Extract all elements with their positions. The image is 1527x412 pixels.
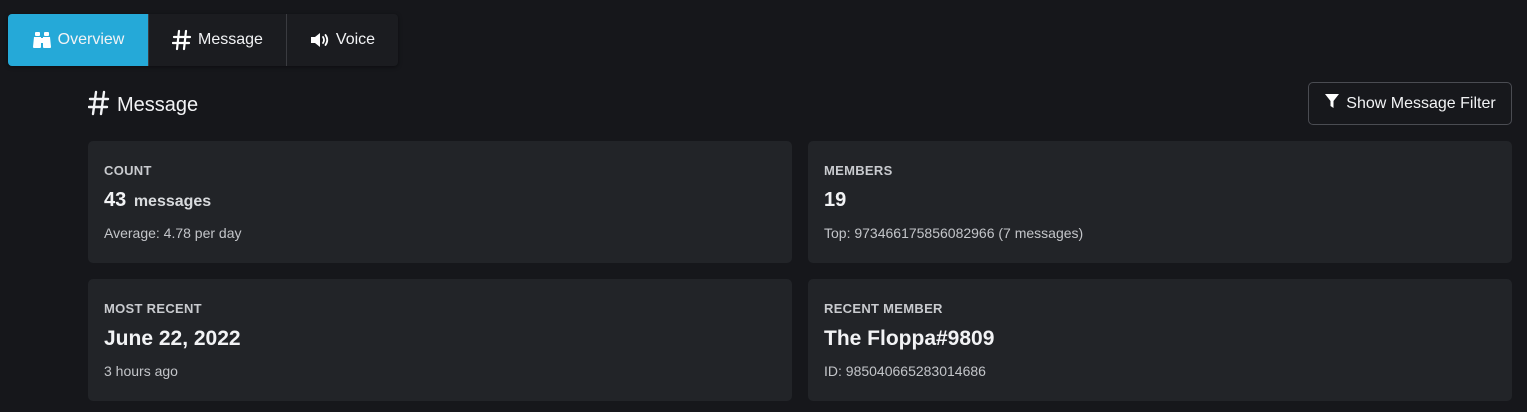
average-per-day: Average: 4.78 per day: [104, 225, 242, 241]
section-title: Message: [117, 94, 199, 116]
filter-button-label: Show Message Filter: [1346, 94, 1496, 112]
show-message-filter-button[interactable]: Show Message Filter: [1308, 82, 1512, 125]
tab-message-label: Message: [198, 31, 263, 48]
top-member: Top: 973466175856082966 (7 messages): [824, 225, 1084, 241]
card-label: RECENT MEMBER: [824, 301, 943, 316]
tab-overview-label: Overview: [57, 31, 125, 48]
recent-member-id: ID: 985040665283014686: [824, 363, 986, 379]
card-label: MEMBERS: [824, 163, 893, 178]
tab-bar: Overview Message Voice: [8, 14, 398, 66]
count-unit: messages: [133, 193, 212, 210]
section-header: Message: [87, 90, 199, 121]
card-label: MOST RECENT: [104, 301, 202, 316]
tab-message[interactable]: Message: [148, 14, 286, 66]
tab-voice-label: Voice: [335, 31, 376, 48]
hashtag-icon: [172, 29, 192, 51]
recent-member-card: RECENT MEMBER The Floppa#9809 ID: 985040…: [808, 279, 1512, 401]
count-card: COUNT 43 messages Average: 4.78 per day: [88, 141, 792, 263]
most-recent-card: MOST RECENT June 22, 2022 3 hours ago: [88, 279, 792, 401]
message-count: 43 messages: [104, 189, 211, 212]
members-card: MEMBERS 19 Top: 973466175856082966 (7 me…: [808, 141, 1512, 263]
binoculars-icon: [32, 31, 52, 49]
member-count: 19: [824, 189, 847, 211]
filter-icon: [1324, 93, 1340, 114]
recent-member-name: The Floppa#9809: [824, 327, 995, 350]
tab-voice[interactable]: Voice: [286, 14, 398, 66]
most-recent-date: June 22, 2022: [104, 327, 241, 350]
tab-overview[interactable]: Overview: [8, 14, 148, 66]
relative-time: 3 hours ago: [104, 363, 178, 379]
hashtag-icon: [87, 90, 110, 121]
count-value: 43: [104, 189, 127, 211]
card-label: COUNT: [104, 163, 152, 178]
volume-icon: [310, 31, 330, 49]
